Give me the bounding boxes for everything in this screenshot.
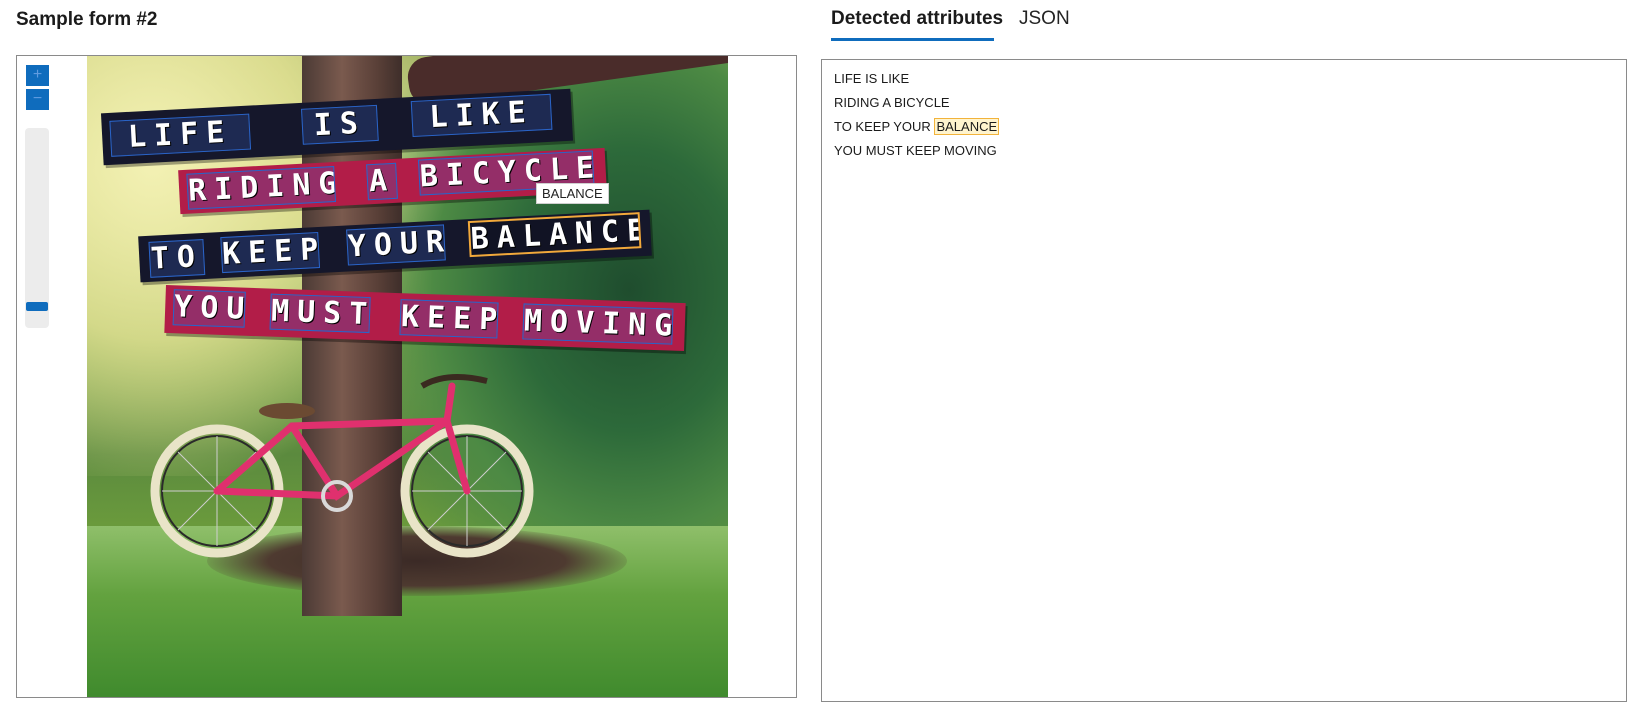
detected-line-text: TO KEEP YOUR	[834, 119, 931, 134]
detected-line[interactable]: YOU MUST KEEP MOVING	[834, 143, 997, 158]
bicycle-image	[150, 374, 534, 558]
word-box[interactable]: YOUR	[346, 224, 446, 266]
detected-line[interactable]: TO KEEP YOUR BALANCE	[834, 118, 1000, 135]
detected-line-text: LIFE IS LIKE	[834, 71, 910, 86]
detected-line-text: YOU MUST KEEP MOVING	[834, 143, 997, 158]
word-box[interactable]: TO	[148, 239, 206, 278]
detected-line[interactable]: LIFE IS LIKE	[834, 71, 909, 86]
word-box[interactable]: KEEP	[399, 299, 499, 339]
image-viewer[interactable]: + − LIFE IS LIKE RIDING A BICYCLE BALANC…	[16, 55, 797, 698]
active-tab-indicator	[831, 38, 994, 41]
highlighted-word[interactable]: BALANCE	[934, 118, 1000, 135]
tab-detected-attributes[interactable]: Detected attributes	[831, 8, 1003, 30]
word-box[interactable]: MOVING	[522, 303, 674, 345]
tab-json[interactable]: JSON	[1019, 8, 1070, 30]
word-box-highlighted[interactable]: BALANCE	[467, 212, 642, 258]
word-box[interactable]: RIDING	[186, 166, 337, 210]
zoom-slider-track[interactable]	[25, 128, 49, 328]
detected-line-text: RIDING A BICYCLE	[834, 95, 950, 110]
word-box[interactable]: A	[366, 162, 398, 201]
page-title: Sample form #2	[16, 9, 158, 30]
zoom-out-button[interactable]: −	[26, 89, 49, 110]
detected-line[interactable]: RIDING A BICYCLE	[834, 95, 950, 110]
word-box[interactable]: LIKE	[410, 93, 553, 138]
word-box[interactable]: KEEP	[220, 232, 321, 274]
word-box[interactable]: LIFE	[109, 113, 252, 157]
zoom-slider-thumb[interactable]	[26, 302, 48, 312]
word-box[interactable]: IS	[301, 104, 379, 145]
zoom-in-button[interactable]: +	[26, 65, 49, 86]
document-image: LIFE IS LIKE RIDING A BICYCLE BALANCE TO…	[87, 56, 728, 697]
detected-attributes-panel: LIFE IS LIKE RIDING A BICYCLE TO KEEP YO…	[821, 59, 1627, 702]
word-tooltip: BALANCE	[536, 183, 609, 204]
word-box[interactable]: MUST	[269, 293, 371, 334]
word-box[interactable]: YOU	[172, 289, 246, 328]
